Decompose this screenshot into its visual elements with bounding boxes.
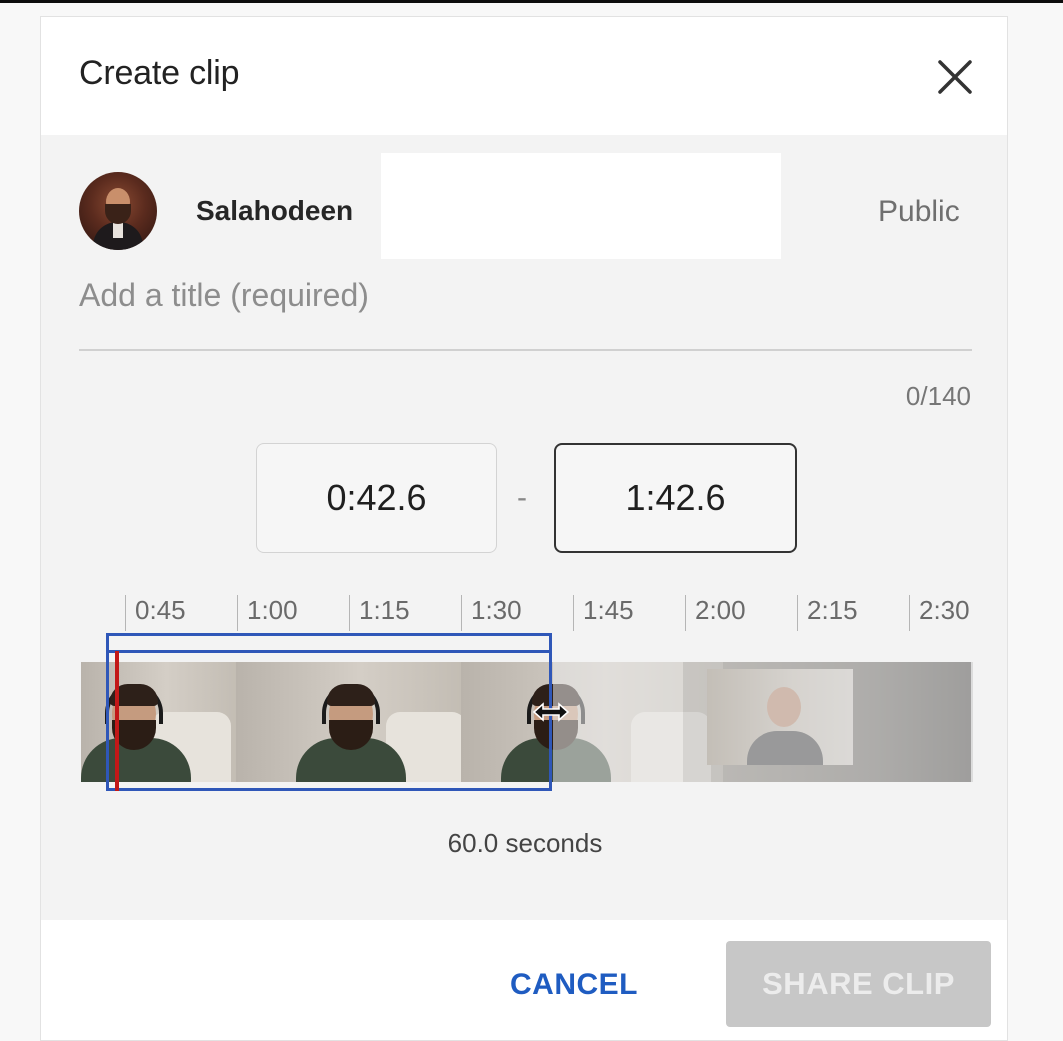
channel-name: Salahodeen bbox=[196, 195, 354, 226]
unselected-region bbox=[683, 662, 973, 782]
selection-top-edge bbox=[109, 650, 549, 653]
share-clip-button[interactable]: SHARE CLIP bbox=[726, 941, 991, 1027]
tick-label: 1:30 bbox=[471, 595, 522, 625]
avatar-collar bbox=[113, 222, 123, 238]
tick-label: 2:30 bbox=[919, 595, 970, 625]
end-time-field[interactable]: 1:42.6 bbox=[554, 443, 797, 553]
close-icon-glyph bbox=[938, 60, 972, 94]
unselected-region bbox=[553, 662, 683, 782]
resize-arrows-icon bbox=[532, 702, 570, 722]
visibility-label: Public bbox=[878, 195, 960, 228]
avatar bbox=[79, 172, 157, 250]
dialog-header: Create clip bbox=[41, 17, 1007, 135]
timeline-ruler: 0:45 1:00 1:15 1:30 1:45 2:00 2:15 2:30 bbox=[41, 591, 1007, 631]
close-icon[interactable] bbox=[935, 57, 975, 97]
tick-label: 1:00 bbox=[247, 595, 298, 625]
create-clip-dialog: Create clip Salahodeen Public 0/140 0:42… bbox=[40, 16, 1008, 1041]
resize-handle-icon[interactable] bbox=[532, 701, 570, 723]
clip-duration-label: 60.0 seconds bbox=[447, 828, 603, 858]
tick-label: 1:15 bbox=[359, 595, 410, 625]
time-separator: - bbox=[517, 481, 527, 514]
clip-selection-range[interactable] bbox=[106, 633, 552, 791]
tick-label: 0:45 bbox=[135, 595, 186, 625]
clip-title-input[interactable] bbox=[79, 275, 972, 351]
playhead[interactable] bbox=[115, 651, 119, 791]
avatar-beard bbox=[105, 204, 131, 224]
redacted-area bbox=[381, 153, 781, 259]
start-time-field[interactable]: 0:42.6 bbox=[256, 443, 497, 553]
window-top-edge bbox=[0, 0, 1063, 3]
dialog-title: Create clip bbox=[79, 54, 240, 92]
tick-label: 2:00 bbox=[695, 595, 746, 625]
tick-label: 2:15 bbox=[807, 595, 858, 625]
title-character-counter: 0/140 bbox=[905, 381, 971, 411]
cancel-button[interactable]: CANCEL bbox=[499, 957, 649, 1013]
tick-label: 1:45 bbox=[583, 595, 634, 625]
